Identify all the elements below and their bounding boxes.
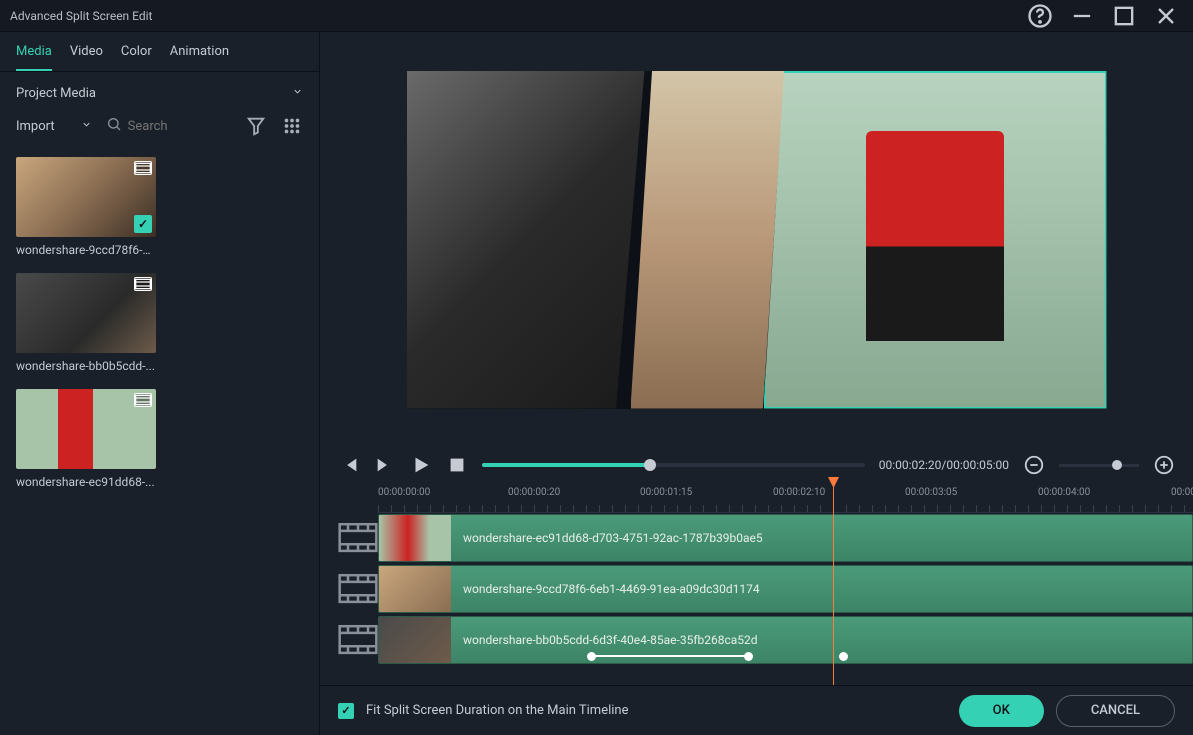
timeline-track: wondershare-9ccd78f6-6eb1-4469-91ea-a09d… (338, 564, 1193, 614)
playhead[interactable] (833, 483, 834, 685)
zoom-out-button[interactable] (1023, 454, 1045, 476)
timeline-clip[interactable]: wondershare-ec91dd68-d703-4751-92ac-1787… (378, 514, 1193, 562)
close-button[interactable] (1149, 2, 1183, 30)
clip-label: wondershare-bb0b5cdd-6d3f-40e4-85ae-35fb… (463, 633, 758, 647)
window-title: Advanced Split Screen Edit (10, 9, 1023, 23)
timeline: 00:00:00:00 00:00:00:20 00:00:01:15 00:0… (320, 483, 1193, 685)
tab-animation[interactable]: Animation (170, 44, 229, 71)
split-pane-3-selected[interactable] (764, 71, 1107, 409)
media-item-label: wondershare-ec91dd68-... (16, 475, 156, 489)
tab-color[interactable]: Color (121, 44, 152, 71)
zoom-slider[interactable] (1059, 464, 1139, 467)
ruler-tick: 00:00:00:20 (508, 487, 560, 498)
ruler-tick: 00:00:01:15 (640, 487, 692, 498)
preview-canvas[interactable] (407, 71, 1107, 409)
clip-thumbnail (379, 617, 451, 663)
keyframe-handle[interactable] (744, 652, 753, 661)
search-input[interactable] (128, 119, 208, 134)
source-dropdown-label: Project Media (16, 86, 96, 101)
ruler-tick: 00:00:00:00 (378, 487, 430, 498)
tab-media[interactable]: Media (16, 44, 52, 71)
sidebar-tabs: Media Video Color Animation (0, 32, 319, 72)
clip-thumbnail (379, 566, 451, 612)
chevron-down-icon (292, 86, 303, 101)
split-pane-1[interactable] (407, 71, 645, 409)
sidebar: Media Video Color Animation Project Medi… (0, 32, 320, 735)
maximize-button[interactable] (1107, 2, 1141, 30)
clip-label: wondershare-9ccd78f6-6eb1-4469-91ea-a09d… (463, 582, 760, 596)
video-clip-icon (134, 393, 152, 407)
scrub-handle[interactable] (644, 459, 656, 471)
media-thumbnail (16, 389, 156, 469)
media-thumbnail (16, 273, 156, 353)
clip-label: wondershare-ec91dd68-d703-4751-92ac-1787… (463, 531, 763, 545)
media-list: ✓ wondershare-9ccd78f6-6... wondershare-… (0, 149, 319, 513)
minimize-button[interactable] (1065, 2, 1099, 30)
scrub-progress (482, 463, 650, 467)
playback-controls: 00:00:02:20/00:00:05:00 (320, 447, 1193, 483)
help-icon[interactable] (1023, 2, 1057, 30)
media-item[interactable]: ✓ wondershare-9ccd78f6-6... (16, 157, 156, 257)
check-icon: ✓ (134, 215, 152, 233)
video-clip-icon (134, 277, 152, 291)
import-label: Import (16, 119, 55, 134)
source-dropdown[interactable]: Project Media (16, 86, 303, 101)
filter-icon[interactable] (245, 115, 267, 137)
timeline-track: wondershare-ec91dd68-d703-4751-92ac-1787… (338, 513, 1193, 563)
cancel-button[interactable]: CANCEL (1056, 695, 1175, 727)
ruler-tick: 00:00:02:10 (773, 487, 825, 498)
search-icon (106, 116, 122, 136)
chevron-down-icon (81, 119, 92, 134)
keyframe-handle[interactable] (587, 652, 596, 661)
timeline-clip[interactable]: wondershare-bb0b5cdd-6d3f-40e4-85ae-35fb… (378, 616, 1193, 664)
scrub-bar[interactable] (482, 463, 865, 467)
fit-duration-label: Fit Split Screen Duration on the Main Ti… (366, 703, 947, 718)
video-clip-icon (134, 161, 152, 175)
timeline-clip[interactable]: wondershare-9ccd78f6-6eb1-4469-91ea-a09d… (378, 565, 1193, 613)
media-item[interactable]: wondershare-bb0b5cdd-... (16, 273, 156, 373)
track-video-icon[interactable] (338, 573, 378, 604)
preview-area (320, 32, 1193, 447)
fit-duration-checkbox[interactable]: ✓ (338, 703, 354, 719)
ruler-tick: 00:00:0 (1171, 487, 1193, 498)
playback-time: 00:00:02:20/00:00:05:00 (879, 458, 1009, 472)
import-dropdown[interactable]: Import (16, 119, 92, 134)
ruler-tick: 00:00:04:00 (1038, 487, 1090, 498)
next-frame-button[interactable] (374, 454, 396, 476)
media-thumbnail: ✓ (16, 157, 156, 237)
timeline-ruler[interactable]: 00:00:00:00 00:00:00:20 00:00:01:15 00:0… (378, 483, 1193, 513)
zoom-handle[interactable] (1112, 460, 1122, 470)
clip-thumbnail (379, 515, 451, 561)
search-field[interactable] (106, 116, 231, 136)
keyframe-line (589, 655, 749, 657)
keyframe-handle[interactable] (839, 652, 848, 661)
media-item[interactable]: wondershare-ec91dd68-... (16, 389, 156, 489)
timeline-track: wondershare-bb0b5cdd-6d3f-40e4-85ae-35fb… (338, 615, 1193, 665)
play-button[interactable] (410, 454, 432, 476)
title-bar: Advanced Split Screen Edit (0, 0, 1193, 32)
track-video-icon[interactable] (338, 624, 378, 655)
prev-frame-button[interactable] (338, 454, 360, 476)
media-item-label: wondershare-9ccd78f6-6... (16, 243, 156, 257)
zoom-in-button[interactable] (1153, 454, 1175, 476)
footer: ✓ Fit Split Screen Duration on the Main … (320, 685, 1193, 735)
ok-button[interactable]: OK (959, 695, 1044, 727)
grid-view-icon[interactable] (281, 115, 303, 137)
track-video-icon[interactable] (338, 522, 378, 553)
media-item-label: wondershare-bb0b5cdd-... (16, 359, 156, 373)
tab-video[interactable]: Video (70, 44, 103, 71)
ruler-tick: 00:00:03:05 (905, 487, 957, 498)
stop-button[interactable] (446, 454, 468, 476)
split-pane-2[interactable] (631, 71, 785, 409)
main-panel: 00:00:02:20/00:00:05:00 00:00:00:00 00:0… (320, 32, 1193, 735)
